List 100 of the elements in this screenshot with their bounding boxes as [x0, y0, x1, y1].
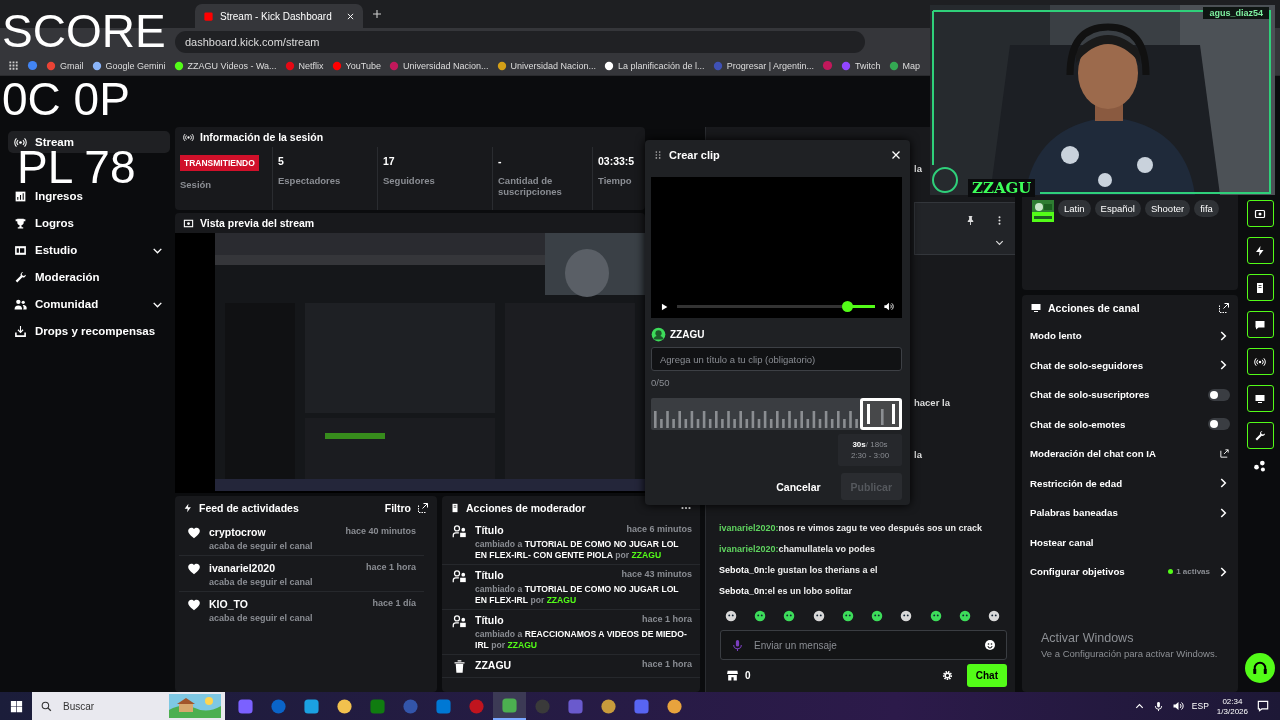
bookmark-icon[interactable]	[27, 60, 38, 71]
mic-icon[interactable]	[1152, 700, 1164, 712]
category-tag[interactable]: Shooter	[1144, 200, 1191, 217]
windows-start-icon[interactable]	[8, 698, 24, 714]
heart-icon	[187, 562, 201, 576]
channel-action-item[interactable]: Modo lento	[1022, 321, 1238, 351]
chat-text-fragment: la	[914, 163, 923, 174]
category-tag[interactable]: Español	[1094, 200, 1141, 217]
emote-icon[interactable]	[782, 609, 797, 623]
emote-icon[interactable]	[928, 609, 943, 623]
clock-time[interactable]: 02:34	[1222, 696, 1243, 706]
bookmark-link[interactable]: Google Gemini	[91, 60, 166, 71]
emote-icon[interactable]	[899, 609, 914, 623]
chat-username[interactable]: Sebota_0n:	[719, 564, 768, 575]
play-icon[interactable]	[659, 302, 669, 312]
rail-button[interactable]	[1246, 200, 1274, 227]
channel-action-item[interactable]: Configurar objetivos 1 activas	[1022, 557, 1238, 587]
rail-button[interactable]	[1246, 348, 1274, 375]
emote-icon[interactable]	[870, 609, 885, 623]
bookmark-link[interactable]: ZZAGU Videos - Wa...	[173, 60, 277, 71]
emote-icon[interactable]	[811, 609, 826, 623]
event-time: hace 40 minutos	[345, 526, 416, 538]
bookmark-link[interactable]: Universidad Nacion...	[496, 60, 597, 71]
chat-username[interactable]: ivanariel2020:	[719, 543, 779, 554]
volume-icon[interactable]	[883, 301, 894, 312]
channel-action-item[interactable]: Palabras baneadas	[1022, 498, 1238, 528]
emote-icon[interactable]	[753, 609, 768, 623]
filter-button[interactable]: Filtro	[384, 502, 411, 514]
rail-button[interactable]	[1246, 422, 1274, 449]
rail-button[interactable]	[1246, 311, 1274, 338]
toggle-switch[interactable]	[1208, 388, 1230, 401]
clock-date[interactable]: 1/3/2026	[1216, 706, 1248, 716]
bookmark-link[interactable]: Universidad Nacion...	[388, 60, 489, 71]
bookmark-link[interactable]: YouTube	[331, 60, 381, 71]
event-time: hace 1 hora	[641, 659, 692, 671]
store-icon[interactable]	[726, 669, 739, 682]
emote-icon[interactable]	[986, 609, 1001, 623]
wrench-icon	[14, 270, 27, 284]
external-link-icon	[1219, 448, 1230, 460]
channel-action-item[interactable]: Chat de solo-suscriptores	[1022, 380, 1238, 410]
rail-button[interactable]	[1246, 237, 1274, 264]
taskbar-app[interactable]	[493, 692, 526, 720]
popout-icon[interactable]	[417, 502, 429, 514]
points-count: 0	[745, 670, 752, 681]
bookmark-link[interactable]: Netflix	[284, 60, 324, 71]
language-indicator[interactable]: ESP	[1191, 701, 1209, 711]
new-tab-icon[interactable]	[371, 8, 383, 20]
popout-icon[interactable]	[1218, 302, 1230, 314]
apps-grid-icon[interactable]	[8, 60, 19, 71]
activation-title: Activar Windows	[1041, 631, 1135, 645]
sidebar-item[interactable]: Logros	[8, 212, 170, 234]
clip-title-field[interactable]: Agrega un título a tu clip (obligatorio)	[651, 347, 902, 371]
follower-name: KIO_TO	[209, 598, 248, 610]
drag-handle-icon[interactable]	[653, 150, 663, 160]
channel-action-item[interactable]: Restricción de edad	[1022, 468, 1238, 498]
sidebar-item[interactable]: Moderación	[8, 266, 170, 288]
app-icon	[402, 697, 419, 715]
address-bar[interactable]: dashboard.kick.com/stream	[175, 31, 865, 53]
speaker-icon[interactable]	[1171, 700, 1184, 712]
settings-icon[interactable]	[941, 670, 953, 681]
emote-icon[interactable]	[840, 609, 855, 623]
category-tag[interactable]: Latin	[1058, 200, 1091, 217]
slider-thumb[interactable]	[842, 301, 854, 312]
channel-action-item[interactable]: Chat de solo-emotes	[1022, 409, 1238, 439]
emote-icon[interactable]	[724, 609, 738, 623]
dialog-button[interactable]: Cancelar	[766, 473, 831, 500]
bookmark-link[interactable]: Map	[888, 60, 921, 71]
channel-action-item[interactable]: Chat de solo-seguidores	[1022, 350, 1238, 380]
notifications-icon[interactable]	[1256, 699, 1270, 713]
channel-action-item[interactable]: Hostear canal	[1022, 527, 1238, 557]
toggle-switch[interactable]	[1208, 418, 1230, 431]
rail-button[interactable]	[1246, 385, 1274, 412]
bookmark-link[interactable]: Gmail	[46, 60, 84, 71]
sidebar-item[interactable]: Drops y recompensas	[8, 320, 170, 342]
close-icon[interactable]	[346, 11, 355, 21]
channel-action-item[interactable]: Moderación del chat con IA	[1022, 439, 1238, 469]
goal-count: 1 activas	[1176, 567, 1210, 577]
chat-username[interactable]: ivanariel2020:	[719, 522, 779, 533]
chat-username[interactable]: Sebota_0n:	[719, 585, 768, 596]
sidebar-item[interactable]: Ingresos	[8, 185, 170, 207]
chat-send-button[interactable]: Chat	[966, 664, 1007, 687]
message-input[interactable]: Enviar un mensaje	[752, 638, 976, 652]
bookmark-link[interactable]: Twitch	[841, 60, 881, 71]
close-icon[interactable]	[890, 149, 902, 161]
sidebar-item[interactable]: Estudio	[8, 239, 170, 261]
browser-tab[interactable]: Stream - Kick Dashboard	[195, 4, 363, 28]
overlay-text: SCORE	[2, 14, 166, 48]
category-tag[interactable]: fifa	[1194, 200, 1219, 217]
clip-range-handle[interactable]	[860, 398, 902, 430]
rail-button[interactable]	[1246, 274, 1274, 301]
bookmark-link[interactable]: Progresar | Argentin...	[712, 60, 814, 71]
emote-icon[interactable]	[957, 609, 972, 623]
bookmark-link[interactable]: La planificación de l...	[604, 60, 705, 71]
support-button[interactable]	[1245, 653, 1275, 683]
share-icon[interactable]	[1253, 459, 1267, 473]
app-icon	[633, 697, 650, 715]
chat-input[interactable]: Enviar un mensaje	[720, 630, 1007, 660]
emoji-icon[interactable]	[984, 639, 996, 651]
sidebar-item[interactable]: Comunidad	[8, 293, 170, 315]
pin-icon[interactable]	[965, 214, 976, 226]
